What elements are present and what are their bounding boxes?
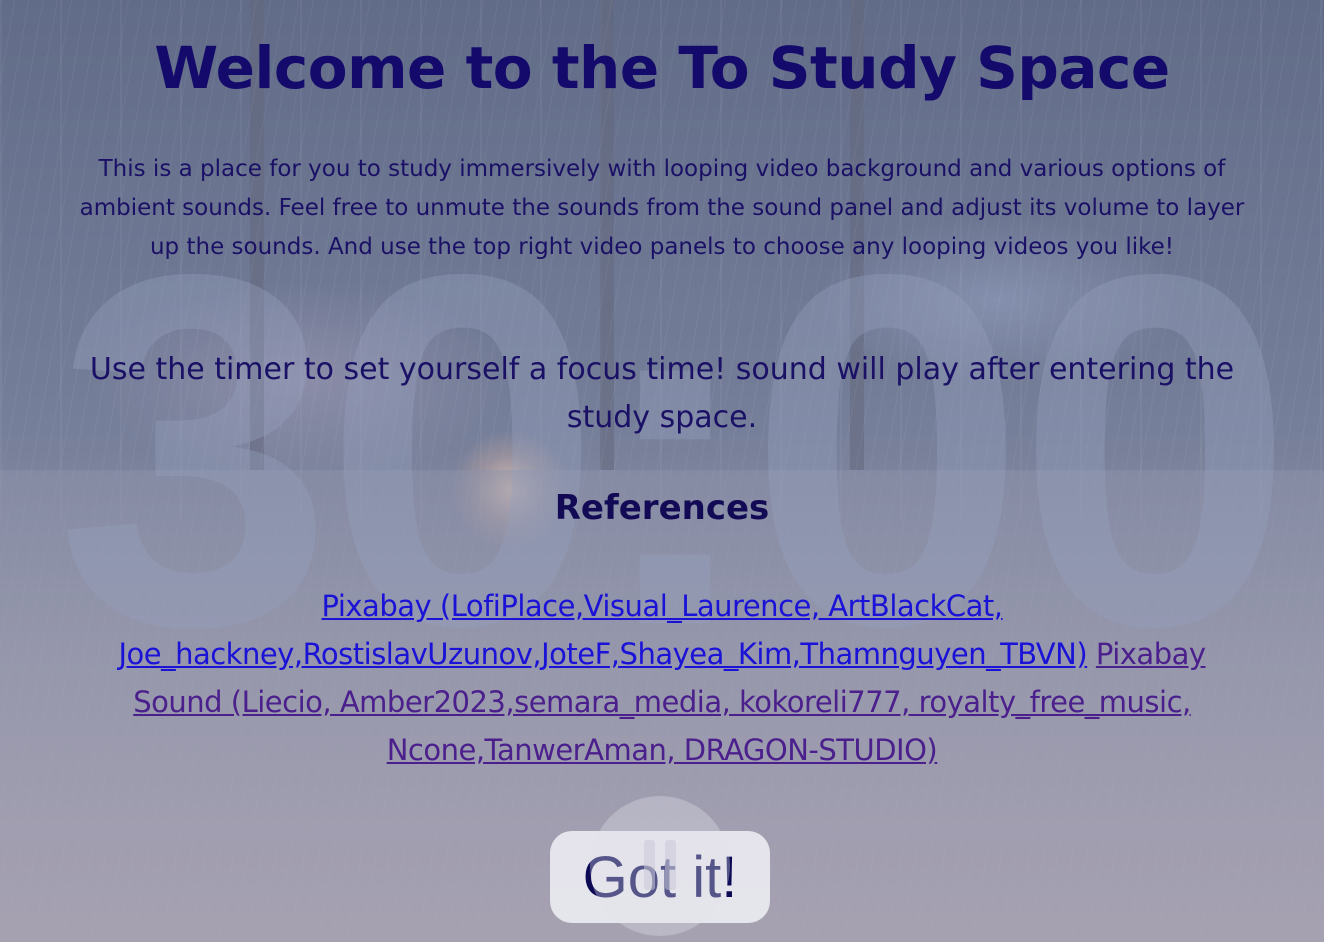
references-list: Pixabay (LofiPlace,Visual_Laurence, ArtB… (70, 582, 1254, 774)
timer-instructions: Use the timer to set yourself a focus ti… (89, 352, 1235, 435)
got-it-button[interactable]: Got it! (550, 831, 770, 923)
pixabay-video-link[interactable]: Pixabay (LofiPlace,Visual_Laurence, ArtB… (118, 589, 1087, 671)
references-heading: References (554, 488, 770, 528)
intro-text: This is a place for you to study immersi… (79, 156, 1245, 260)
welcome-modal: Welcome to the To Study Space This is a … (0, 0, 1324, 942)
page-title: Welcome to the To Study Space (154, 34, 1170, 102)
